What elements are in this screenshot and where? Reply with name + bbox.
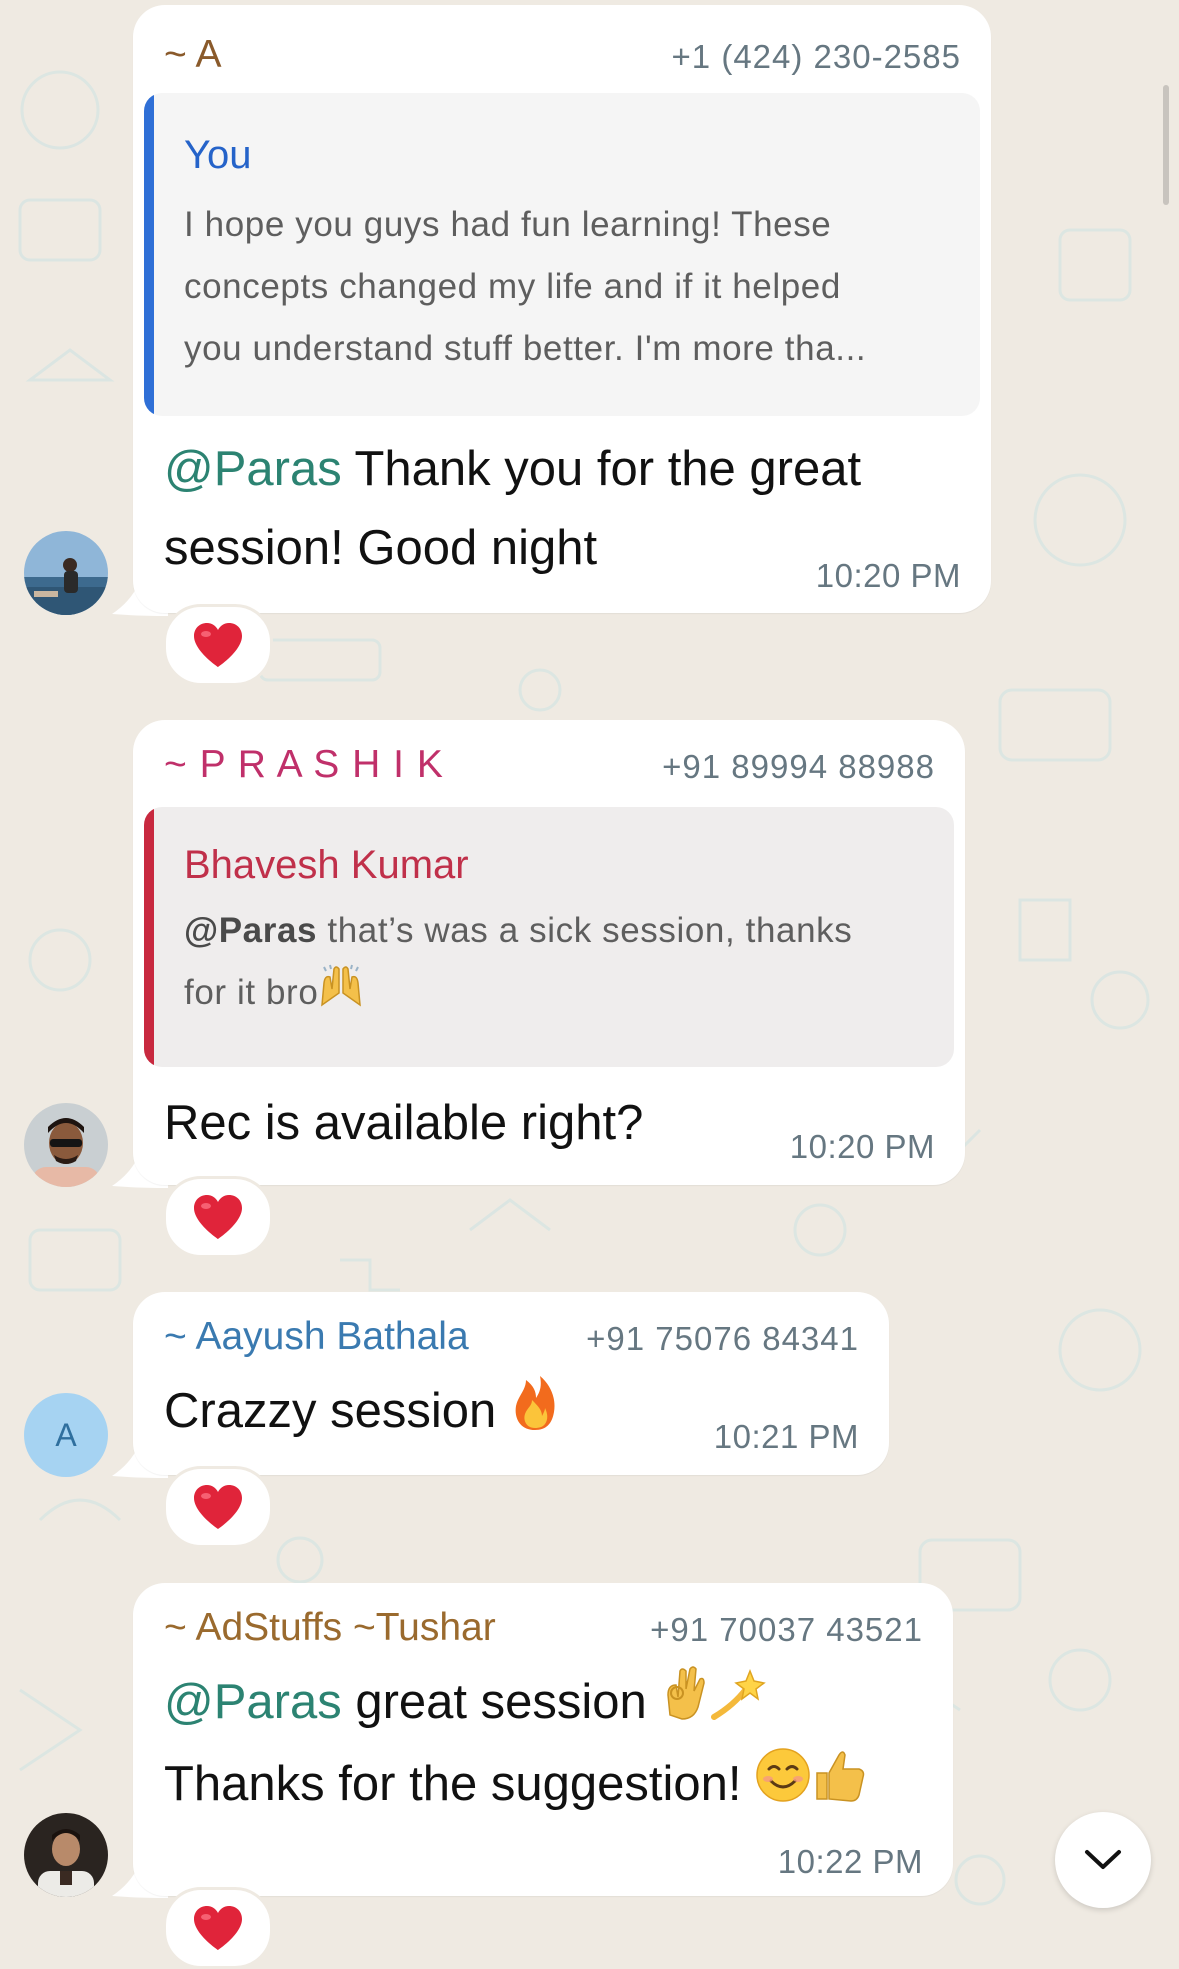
heart-icon [194, 1195, 242, 1239]
smiling-face-emoji [755, 1747, 811, 1827]
message-bubble[interactable]: ~ P R A S H I K +91 89994 88988 Bhavesh … [133, 720, 965, 1185]
heart-icon [194, 1485, 242, 1529]
message-time: 10:21 PM [713, 1418, 859, 1455]
message-text: Rec is available right? [164, 1096, 644, 1150]
message-line: great session [341, 1675, 661, 1729]
heart-icon [194, 1906, 242, 1950]
reaction-pill[interactable] [163, 1466, 273, 1548]
message-bubble[interactable]: ~ Aayush Bathala +91 75076 84341 Crazzy … [133, 1292, 889, 1475]
thumbs-up-emoji [811, 1747, 867, 1827]
mention[interactable]: @Paras [164, 1675, 342, 1729]
reaction-pill[interactable] [163, 604, 273, 686]
quote-text: I hope you guys had fun learning! These … [184, 194, 960, 380]
avatar[interactable]: A [24, 1393, 108, 1477]
avatar-photo [24, 1813, 108, 1897]
quote-text: @Paras that’s was a sick session, thanks… [184, 900, 934, 1027]
sender-phone: +91 70037 43521 [650, 1611, 923, 1648]
message-text: Crazzy session [164, 1372, 560, 1456]
message-line: Thanks for the suggestion! [164, 1757, 756, 1812]
sender-name[interactable]: ~ A [164, 33, 221, 77]
sender-name[interactable]: ~ P R A S H I K [164, 743, 444, 787]
sender-phone: +91 89994 88988 [662, 748, 935, 785]
message-line: session! Good night [164, 521, 598, 575]
quote-accent-bar [144, 93, 154, 416]
message-text: @Paras great session Thanks for the sugg… [164, 1663, 867, 1827]
quote-line: concepts changed my life and if it helpe… [184, 267, 841, 306]
message-text: @Paras Thank you for the great session! … [164, 430, 861, 588]
ok-hand-emoji [660, 1665, 710, 1745]
avatar-photo [24, 1103, 108, 1187]
sender-phone: +91 75076 84341 [586, 1320, 859, 1357]
sender-name[interactable]: ~ Aayush Bathala [164, 1315, 469, 1359]
message-bubble[interactable]: ~ A +1 (424) 230-2585 You I hope you guy… [133, 5, 991, 613]
avatar[interactable] [24, 1813, 108, 1897]
fire-emoji [510, 1372, 560, 1456]
heart-icon [194, 623, 242, 667]
quote-author: You [184, 133, 252, 177]
message-line: Thank you for the great [341, 442, 862, 496]
message-time: 10:20 PM [815, 557, 961, 594]
quote-line: you understand stuff better. I'm more th… [184, 329, 867, 368]
message-bubble[interactable]: ~ AdStuffs ~Tushar +91 70037 43521 @Para… [133, 1583, 953, 1896]
avatar[interactable] [24, 1103, 108, 1187]
quote-mention: @Paras [184, 911, 318, 950]
scroll-indicator[interactable] [1163, 85, 1169, 205]
sender-name[interactable]: ~ AdStuffs ~Tushar [164, 1606, 496, 1650]
quote-line: that’s was a sick session, thanks [317, 911, 853, 950]
reaction-pill[interactable] [163, 1176, 273, 1258]
message-line: Crazzy session [164, 1384, 510, 1438]
quote-author: Bhavesh Kumar [184, 843, 469, 887]
avatar-initial: A [55, 1416, 77, 1453]
mention[interactable]: @Paras [164, 442, 342, 496]
reaction-pill[interactable] [163, 1887, 273, 1969]
chevron-down-icon [1085, 1850, 1121, 1869]
message-time: 10:20 PM [789, 1128, 935, 1165]
quote-line: I hope you guys had fun learning! These [184, 205, 832, 244]
quoted-message[interactable]: Bhavesh Kumar @Paras that’s was a sick s… [144, 807, 954, 1067]
avatar[interactable] [24, 531, 108, 615]
sender-phone: +1 (424) 230-2585 [671, 38, 961, 75]
quote-accent-bar [144, 807, 154, 1067]
message-time: 10:22 PM [777, 1843, 923, 1880]
scroll-to-bottom-button[interactable] [1055, 1812, 1151, 1908]
quote-line: for it bro [184, 973, 319, 1012]
raising-hands-emoji [318, 963, 364, 1027]
avatar-photo [24, 531, 108, 615]
dizzy-emoji [710, 1665, 767, 1745]
quoted-message[interactable]: You I hope you guys had fun learning! Th… [144, 93, 980, 416]
